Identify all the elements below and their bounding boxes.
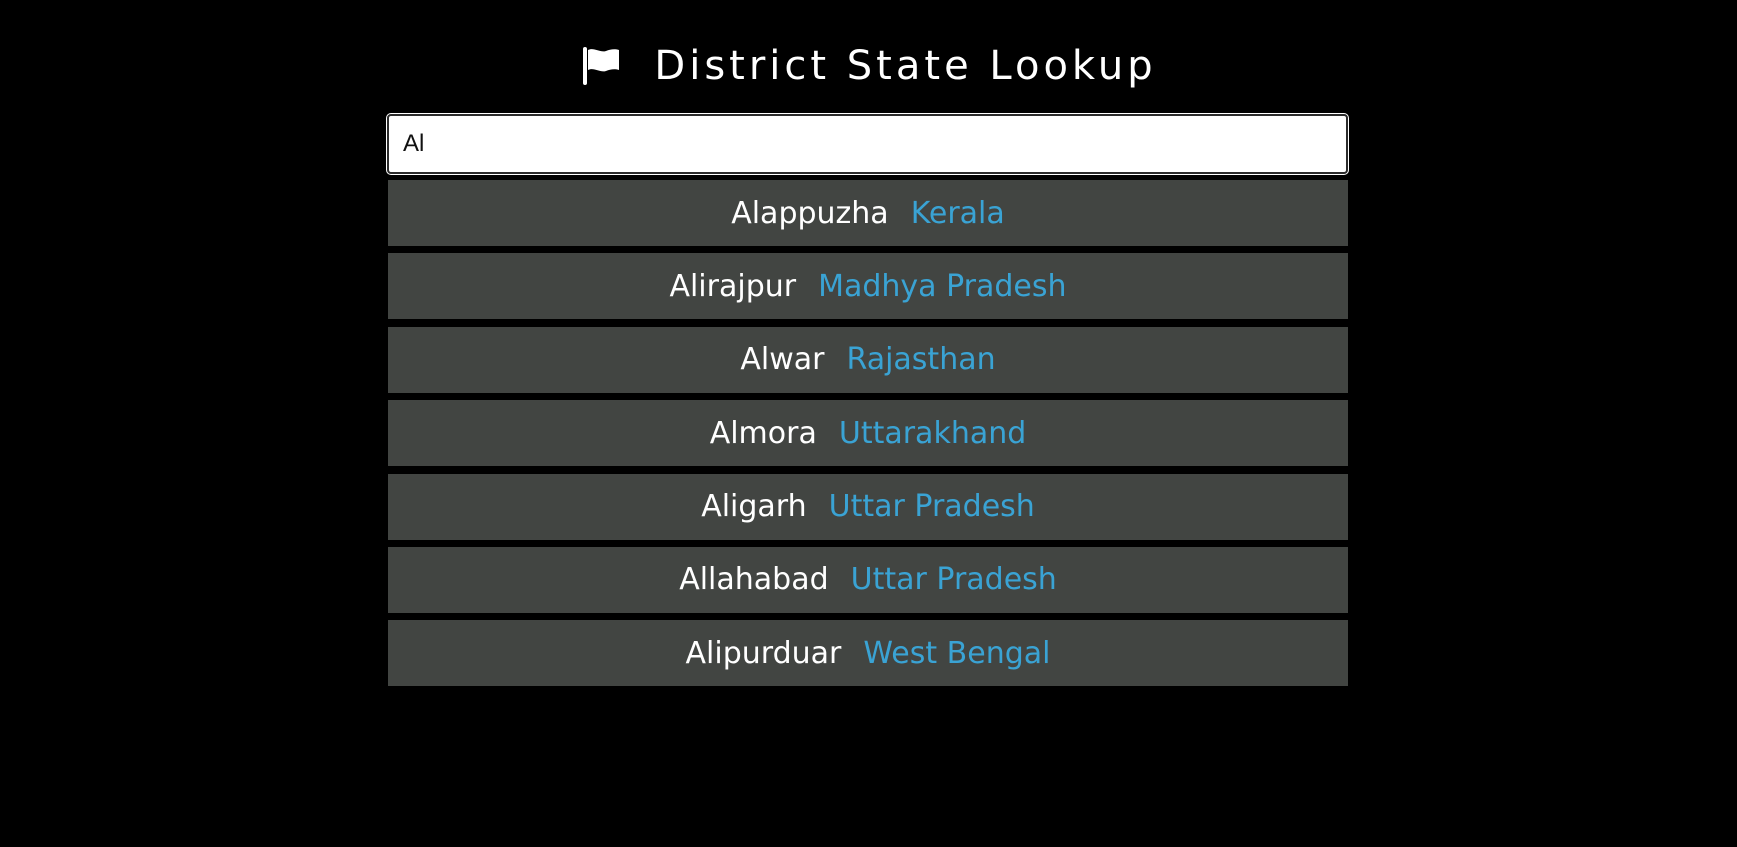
state-name: Uttar Pradesh (828, 489, 1035, 525)
result-row[interactable]: Allahabad Uttar Pradesh (388, 546, 1348, 613)
result-row[interactable]: Almora Uttarakhand (388, 400, 1348, 467)
search-input[interactable] (389, 116, 1346, 172)
result-row[interactable]: Alwar Rajasthan (388, 326, 1348, 393)
app-root: District State Lookup Alappuzha Kerala A… (0, 0, 1737, 847)
state-name: Uttar Pradesh (850, 562, 1057, 598)
district-name: Almora (709, 415, 817, 451)
state-name: Rajasthan (846, 342, 996, 378)
district-name: Alwar (740, 342, 825, 378)
district-name: Alappuzha (731, 195, 889, 231)
state-name: Madhya Pradesh (818, 268, 1067, 304)
search-box[interactable] (386, 113, 1349, 175)
page-title: District State Lookup (654, 43, 1157, 89)
results-list: Alappuzha Kerala Alirajpur Madhya Prades… (388, 180, 1348, 694)
page-header: District State Lookup (0, 38, 1737, 94)
result-row[interactable]: Alipurduar West Bengal (388, 620, 1348, 687)
district-name: Alirajpur (669, 268, 797, 304)
flag-icon (580, 45, 622, 87)
district-name: Aligarh (701, 489, 807, 525)
state-name: West Bengal (863, 635, 1051, 671)
district-name: Alipurduar (685, 635, 842, 671)
district-name: Allahabad (679, 562, 829, 598)
state-name: Kerala (910, 195, 1005, 231)
state-name: Uttarakhand (838, 415, 1027, 451)
result-row[interactable]: Aligarh Uttar Pradesh (388, 473, 1348, 540)
result-row[interactable]: Alappuzha Kerala (388, 180, 1348, 246)
result-row[interactable]: Alirajpur Madhya Pradesh (388, 253, 1348, 320)
